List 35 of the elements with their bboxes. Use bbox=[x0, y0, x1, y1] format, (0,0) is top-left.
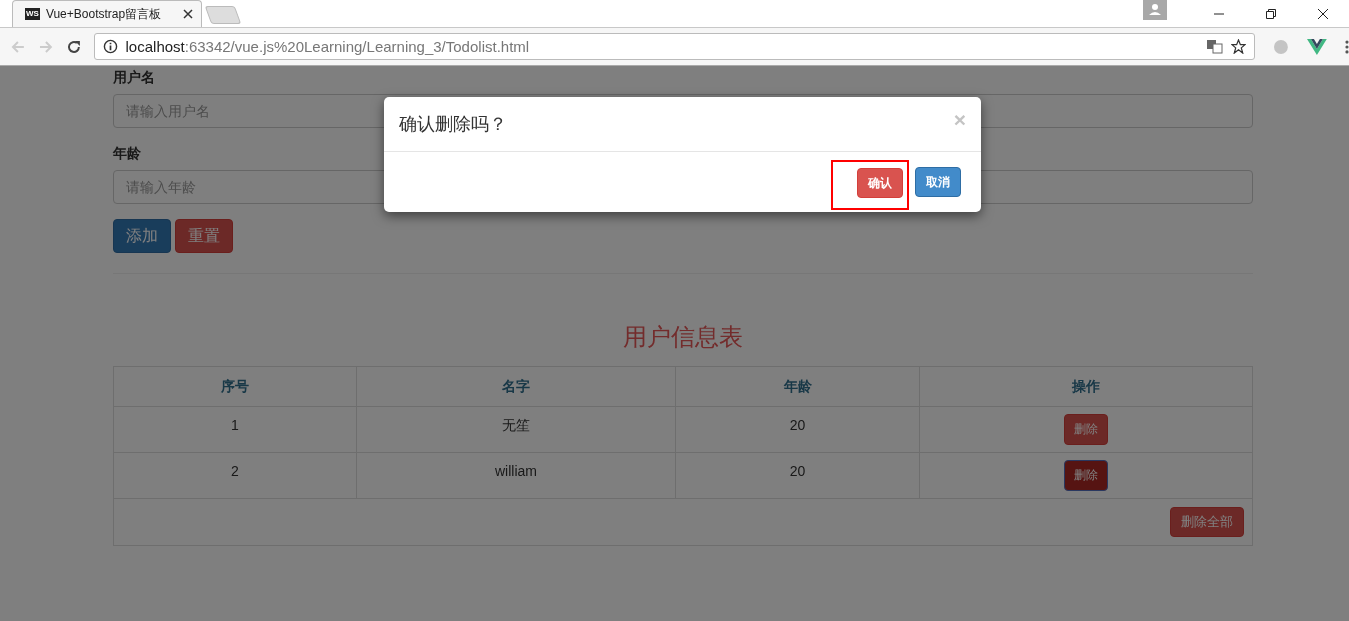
tab-title: Vue+Bootstrap留言板 bbox=[45, 5, 163, 23]
url-text: localhost:63342/vue.js%20Learning/Learning_3/Todolist.html bbox=[125, 38, 530, 55]
column-header: 名字 bbox=[356, 366, 676, 407]
table-cell: 2 bbox=[113, 452, 357, 499]
favicon: WS bbox=[25, 8, 40, 20]
column-header: 操作 bbox=[919, 366, 1253, 407]
field-label: 年龄 bbox=[113, 145, 141, 163]
dialog-title: 确认删除吗？ bbox=[399, 113, 507, 136]
table-cell: 1 bbox=[113, 406, 357, 453]
delete-button[interactable]: 删除 bbox=[1064, 460, 1108, 491]
form-button[interactable]: 添加 bbox=[113, 219, 171, 253]
table-cell: 20 bbox=[675, 406, 920, 453]
vue-logo-icon[interactable] bbox=[1307, 38, 1328, 55]
form-button[interactable]: 重置 bbox=[175, 219, 233, 253]
address-bar[interactable]: localhost:63342/vue.js%20Learning/Learning_3/Todolist.html bbox=[93, 33, 1256, 60]
star-icon[interactable] bbox=[1231, 39, 1247, 54]
delete-button[interactable]: 删除 bbox=[1064, 414, 1108, 445]
close-icon[interactable] bbox=[183, 9, 193, 19]
table-cell: william bbox=[356, 452, 676, 499]
table-cell: 20 bbox=[675, 452, 920, 499]
close-icon[interactable] bbox=[1317, 7, 1329, 20]
restore-icon[interactable] bbox=[1265, 7, 1277, 20]
browser-tab[interactable]: WS Vue+Bootstrap留言板 bbox=[12, 0, 202, 27]
table-title: 用户信息表 bbox=[622, 322, 744, 352]
translate-icon[interactable] bbox=[1207, 39, 1224, 54]
dialog-button[interactable]: 确认 bbox=[857, 168, 903, 198]
table-cell: 无笙 bbox=[356, 406, 676, 453]
menu-icon[interactable] bbox=[1345, 38, 1349, 55]
dialog-button[interactable]: 取消 bbox=[915, 167, 961, 197]
reload-icon[interactable] bbox=[65, 38, 82, 55]
column-header: 序号 bbox=[113, 366, 357, 407]
column-header: 年龄 bbox=[675, 366, 920, 407]
delete-all-button[interactable]: 删除全部 bbox=[1170, 507, 1244, 537]
field-label: 用户名 bbox=[113, 69, 155, 87]
info-icon[interactable] bbox=[102, 39, 118, 54]
